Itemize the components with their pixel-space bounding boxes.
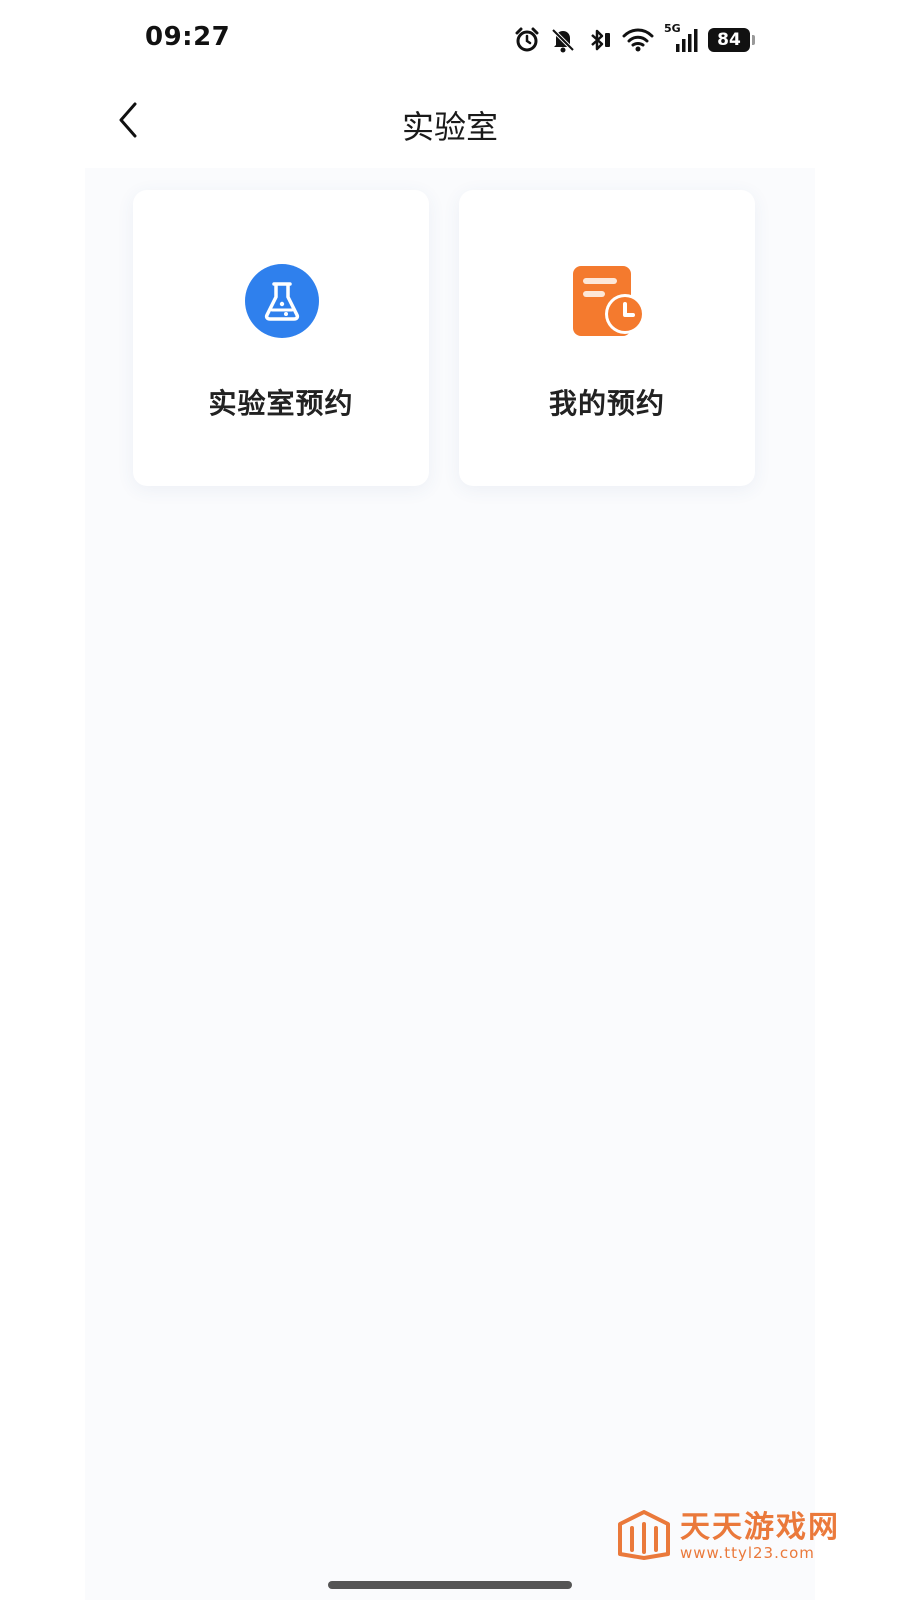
- status-time: 09:27: [145, 22, 231, 52]
- app-screen: 09:27 5G 84 实验室 实验室预约 我的预约 天天游戏网 www.tty…: [0, 0, 900, 1600]
- watermark-text: 天天游戏网 www.ttyl23.com: [680, 1510, 840, 1563]
- wifi-icon: [622, 27, 654, 53]
- flask-icon: [245, 264, 319, 338]
- bluetooth-icon: [586, 27, 612, 53]
- bell-off-icon: [550, 27, 576, 53]
- nav-bar: 实验室: [0, 80, 900, 170]
- battery-icon: 84: [708, 28, 755, 52]
- schedule-doc-icon: [571, 264, 645, 338]
- alarm-icon: [514, 27, 540, 53]
- my-bookings-label: 我的预约: [548, 387, 665, 420]
- content-area: 实验室预约 我的预约: [85, 168, 815, 1600]
- watermark-logo-icon: [616, 1510, 672, 1564]
- watermark-title: 天天游戏网: [680, 1510, 840, 1545]
- watermark-url: www.ttyl23.com: [680, 1544, 815, 1562]
- watermark: 天天游戏网 www.ttyl23.com: [616, 1510, 840, 1564]
- lab-booking-label: 实验室预约: [208, 387, 354, 420]
- status-icons: 5G 84: [514, 22, 755, 54]
- cellular-signal-icon: 5G: [664, 22, 698, 54]
- status-bar: 09:27 5G 84: [0, 0, 900, 80]
- page-title: 实验室: [401, 108, 498, 146]
- home-indicator[interactable]: [328, 1581, 572, 1589]
- my-bookings-card[interactable]: 我的预约: [459, 190, 755, 486]
- lab-booking-card[interactable]: 实验室预约: [133, 190, 429, 486]
